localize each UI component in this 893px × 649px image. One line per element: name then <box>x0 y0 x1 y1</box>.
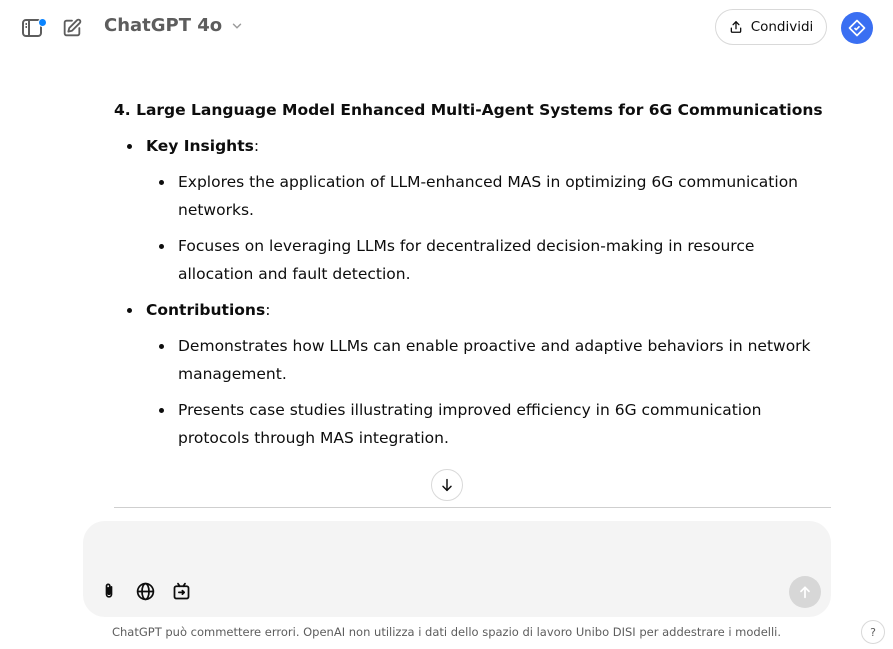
tools-button[interactable] <box>167 577 195 605</box>
avatar-icon <box>848 19 866 37</box>
divider <box>114 507 831 508</box>
list-item-label: Contributions <box>146 301 266 319</box>
share-button[interactable]: Condividi <box>715 9 827 45</box>
web-search-button[interactable] <box>131 577 159 605</box>
list-item-label: Key Insights <box>146 137 254 155</box>
send-button[interactable] <box>789 576 821 608</box>
tools-icon <box>173 582 189 599</box>
section-heading: 4. Large Language Model Enhanced Multi-A… <box>114 101 823 119</box>
attach-button[interactable] <box>95 577 123 605</box>
sub-list-item: Presents case studies illustrating impro… <box>146 396 824 452</box>
composer-input[interactable] <box>107 537 797 563</box>
share-label: Condividi <box>750 19 814 35</box>
help-button[interactable]: ? <box>861 620 885 644</box>
list-item-suffix: : <box>253 137 260 155</box>
composer[interactable] <box>83 521 831 617</box>
arrow-down-icon <box>442 478 452 492</box>
section-list: Key Insights: Explores the application o… <box>114 132 824 452</box>
scroll-to-bottom-button[interactable] <box>431 469 463 501</box>
share-icon <box>730 21 741 33</box>
arrow-up-icon <box>800 586 810 599</box>
disclaimer-text: ChatGPT può commettere errori. OpenAI no… <box>111 625 782 639</box>
sub-list: Explores the application of LLM-enhanced… <box>146 168 824 288</box>
sidebar-toggle-button[interactable] <box>18 14 47 42</box>
list-item: Key Insights: Explores the application o… <box>114 132 824 288</box>
model-title: ChatGPT 4o <box>104 15 223 36</box>
sub-list-item: Demonstrates how LLMs can enable proacti… <box>146 332 824 388</box>
model-selector[interactable]: ChatGPT 4o <box>104 15 244 36</box>
sub-list-item: Explores the application of LLM-enhanced… <box>146 168 824 224</box>
notification-dot <box>38 18 47 27</box>
avatar[interactable] <box>841 12 873 44</box>
new-chat-icon <box>63 18 82 37</box>
chevron-down-icon <box>232 23 242 29</box>
list-item-suffix: : <box>265 301 271 319</box>
sub-list-item: Focuses on leveraging LLMs for decentral… <box>146 232 824 288</box>
assistant-message: 4. Large Language Model Enhanced Multi-A… <box>114 96 824 460</box>
paperclip-icon <box>105 583 113 598</box>
sub-list: Demonstrates how LLMs can enable proacti… <box>146 332 824 452</box>
globe-icon <box>136 582 154 600</box>
new-chat-button[interactable] <box>58 14 86 42</box>
list-item: Contributions: Demonstrates how LLMs can… <box>114 296 824 452</box>
